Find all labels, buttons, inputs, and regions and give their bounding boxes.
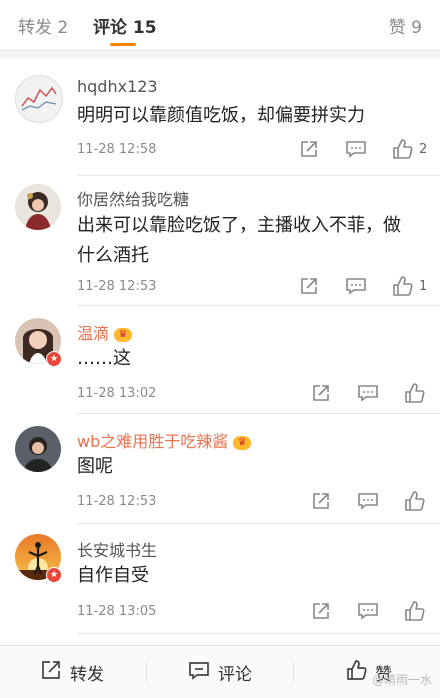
divider <box>0 51 440 59</box>
share-icon[interactable] <box>311 383 335 405</box>
comment-text: 图呢 <box>77 456 113 477</box>
timestamp: 11-28 13:05 <box>77 604 157 619</box>
comment-text: 自作自受 <box>77 565 149 586</box>
like-icon[interactable] <box>403 600 427 622</box>
comment-text: 出来可以靠脸吃饭了，主播收入不菲，做什么酒托 <box>77 215 401 266</box>
comment-icon[interactable] <box>357 491 381 513</box>
comment-icon[interactable] <box>357 383 381 405</box>
share-icon[interactable] <box>311 491 335 513</box>
tab-like[interactable]: 赞 9 <box>389 13 422 38</box>
tab-comment[interactable]: 评论 15 <box>93 13 157 46</box>
username[interactable]: 你居然给我吃糖 <box>77 186 189 210</box>
username[interactable]: wb之难用胜于吃辣酱 ♛ <box>77 428 252 452</box>
comment-icon[interactable] <box>345 139 369 161</box>
separator <box>77 633 440 634</box>
like-count: 2 <box>419 142 428 157</box>
comment-item: ★ 温滴 ♛ ……这 11-28 13:02 <box>0 306 440 414</box>
username[interactable]: 长安城书生 <box>77 537 157 561</box>
comment-icon <box>188 659 210 686</box>
bottom-action-bar: 转发 评论 赞 @晴雨一水 <box>0 645 440 698</box>
comment-item: wb之难用胜于吃辣酱 ♛ 图呢 11-28 12:53 <box>0 414 440 524</box>
avatar[interactable] <box>15 75 63 123</box>
share-icon[interactable] <box>299 276 323 298</box>
share-icon[interactable] <box>299 139 323 161</box>
timestamp: 11-28 12:58 <box>77 142 157 157</box>
divider <box>146 662 147 682</box>
vip-crown-icon: ♛ <box>233 435 252 450</box>
like-icon <box>345 659 367 686</box>
username-text: wb之难用胜于吃辣酱 <box>77 432 229 451</box>
comment-icon[interactable] <box>357 601 381 623</box>
active-tab-indicator <box>110 43 136 46</box>
vip-crown-icon: ♛ <box>114 327 133 342</box>
comment-item: 你居然给我吃糖 出来可以靠脸吃饭了，主播收入不菲，做什么酒托 11-28 12:… <box>0 176 440 306</box>
divider <box>293 662 294 682</box>
avatar[interactable] <box>15 184 61 230</box>
comment-label: 评论 <box>218 664 252 685</box>
comment-button[interactable]: 评论 <box>188 646 252 698</box>
username-text: 温滴 <box>77 324 110 343</box>
username[interactable]: 温滴 ♛ <box>77 320 133 344</box>
timestamp: 11-28 12:53 <box>77 494 157 509</box>
avatar[interactable] <box>15 426 61 472</box>
comment-text: ……这 <box>77 348 131 369</box>
watermark: @晴雨一水 <box>371 673 432 687</box>
tab-comment-label: 评论 15 <box>93 18 157 38</box>
tab-bar: 转发 2 评论 15 赞 9 <box>0 0 440 51</box>
verified-badge-icon: ★ <box>46 351 62 367</box>
comment-icon[interactable] <box>345 276 369 298</box>
like-icon[interactable] <box>403 382 427 404</box>
share-icon <box>40 659 62 686</box>
username[interactable]: hqdhx123 <box>77 77 158 96</box>
like-icon[interactable] <box>403 490 427 512</box>
timestamp: 11-28 13:02 <box>77 386 157 401</box>
share-icon[interactable] <box>311 601 335 623</box>
repost-label: 转发 <box>70 664 104 685</box>
like-count: 1 <box>419 279 428 294</box>
like-icon[interactable] <box>391 275 415 297</box>
tab-repost[interactable]: 转发 2 <box>18 13 68 38</box>
verified-badge-icon: ★ <box>46 567 62 583</box>
comment-item: hqdhx123 明明可以靠颜值吃饭，却偏要拼实力 11-28 12:58 2 <box>0 59 440 176</box>
comment-item: ★ 长安城书生 自作自受 11-28 13:05 <box>0 524 440 634</box>
repost-button[interactable]: 转发 <box>40 646 104 698</box>
comment-text: 明明可以靠颜值吃饭，却偏要拼实力 <box>77 105 365 126</box>
timestamp: 11-28 12:53 <box>77 279 157 294</box>
like-icon[interactable] <box>391 138 415 160</box>
